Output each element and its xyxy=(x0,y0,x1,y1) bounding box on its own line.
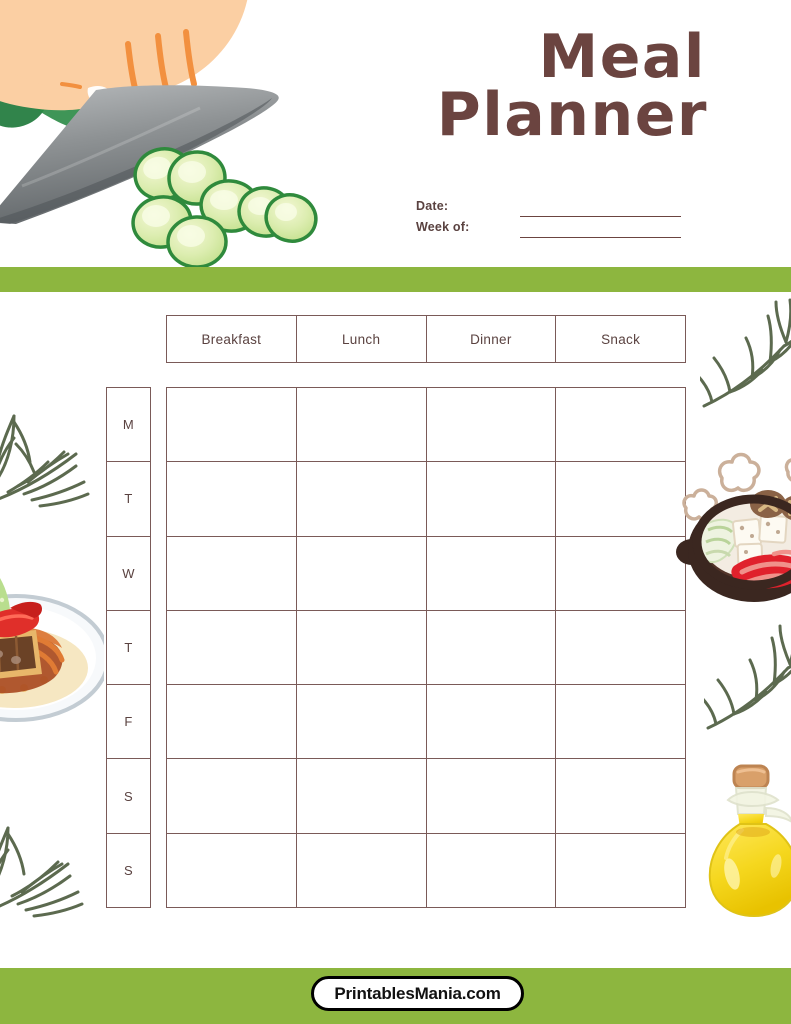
rosemary-sprig-icon xyxy=(694,298,791,428)
cell-monday-snack[interactable] xyxy=(556,388,685,461)
cell-tuesday-lunch[interactable] xyxy=(297,462,427,536)
cell-sunday-snack[interactable] xyxy=(556,834,685,907)
cell-wednesday-snack[interactable] xyxy=(556,537,685,610)
cell-monday-lunch[interactable] xyxy=(297,388,427,462)
day-label-wednesday: W xyxy=(107,537,150,611)
week-of-field-label: Week of: xyxy=(416,220,470,234)
day-label-column: M T W T F S S xyxy=(106,387,151,908)
cell-sunday-breakfast[interactable] xyxy=(167,833,297,907)
column-header-dinner: Dinner xyxy=(427,316,557,362)
rosemary-sprig-icon xyxy=(0,800,94,935)
cell-sunday-lunch[interactable] xyxy=(297,833,427,907)
top-green-divider-bar xyxy=(0,267,791,292)
cell-thursday-snack[interactable] xyxy=(556,611,685,684)
page-title: Meal Planner xyxy=(380,22,710,151)
column-header-lunch: Lunch xyxy=(297,316,427,362)
date-field-label: Date: xyxy=(416,199,449,213)
cell-thursday-lunch[interactable] xyxy=(297,610,427,685)
cell-tuesday-dinner[interactable] xyxy=(427,462,557,536)
cell-tuesday-snack[interactable] xyxy=(556,462,685,535)
date-fields-group: Date: Week of: xyxy=(416,199,686,241)
table-row xyxy=(167,759,685,834)
meal-column-header-row: Breakfast Lunch Dinner Snack xyxy=(166,315,686,363)
day-label-thursday: T xyxy=(107,611,150,686)
katsu-curry-plate-illustration xyxy=(0,532,110,747)
cell-friday-dinner[interactable] xyxy=(427,685,557,759)
day-label-saturday: S xyxy=(107,759,150,834)
meal-planner-grid xyxy=(166,387,686,908)
cell-tuesday-breakfast[interactable] xyxy=(167,462,297,536)
cell-monday-dinner[interactable] xyxy=(427,388,557,462)
cell-thursday-dinner[interactable] xyxy=(427,610,557,685)
table-row xyxy=(167,462,685,537)
table-row xyxy=(167,388,685,463)
day-label-monday: M xyxy=(107,388,150,463)
cell-saturday-breakfast[interactable] xyxy=(167,759,297,833)
hand-slicing-cucumber-illustration xyxy=(0,0,340,268)
cell-thursday-breakfast[interactable] xyxy=(167,610,297,685)
olive-oil-bottle-illustration xyxy=(704,762,791,922)
date-field-row: Date: xyxy=(416,199,686,220)
cell-friday-snack[interactable] xyxy=(556,685,685,758)
table-row xyxy=(167,685,685,760)
cell-wednesday-breakfast[interactable] xyxy=(167,536,297,610)
page-title-line-2: Planner xyxy=(436,80,708,151)
cell-saturday-lunch[interactable] xyxy=(297,759,427,833)
cell-monday-breakfast[interactable] xyxy=(167,388,297,462)
column-header-snack: Snack xyxy=(601,331,641,347)
cell-wednesday-lunch[interactable] xyxy=(297,536,427,610)
table-row xyxy=(167,833,685,907)
brand-watermark-pill[interactable]: PrintablesMania.com xyxy=(311,976,524,1011)
day-label-sunday: S xyxy=(124,862,133,878)
column-header-breakfast: Breakfast xyxy=(167,316,297,362)
hot-pot-nabe-illustration xyxy=(676,420,791,615)
cell-saturday-snack[interactable] xyxy=(556,759,685,832)
rosemary-sprig-icon xyxy=(0,382,100,532)
brand-watermark-label: PrintablesMania.com xyxy=(334,983,501,1003)
table-row xyxy=(167,610,685,686)
cell-saturday-dinner[interactable] xyxy=(427,759,557,833)
meal-planner-page: Meal Planner Date: Week of: Breakfast Lu… xyxy=(0,0,791,1024)
week-of-field-row: Week of: xyxy=(416,220,686,241)
table-row xyxy=(167,536,685,611)
week-of-field-write-line[interactable] xyxy=(520,237,681,238)
date-field-write-line[interactable] xyxy=(520,216,681,217)
cell-sunday-dinner[interactable] xyxy=(427,833,557,907)
cell-friday-breakfast[interactable] xyxy=(167,685,297,759)
cell-friday-lunch[interactable] xyxy=(297,685,427,759)
cell-wednesday-dinner[interactable] xyxy=(427,536,557,610)
page-title-line-1: Meal xyxy=(538,22,706,92)
day-label-friday: F xyxy=(107,685,150,760)
day-label-tuesday: T xyxy=(107,462,150,537)
rosemary-sprig-icon xyxy=(698,624,791,754)
